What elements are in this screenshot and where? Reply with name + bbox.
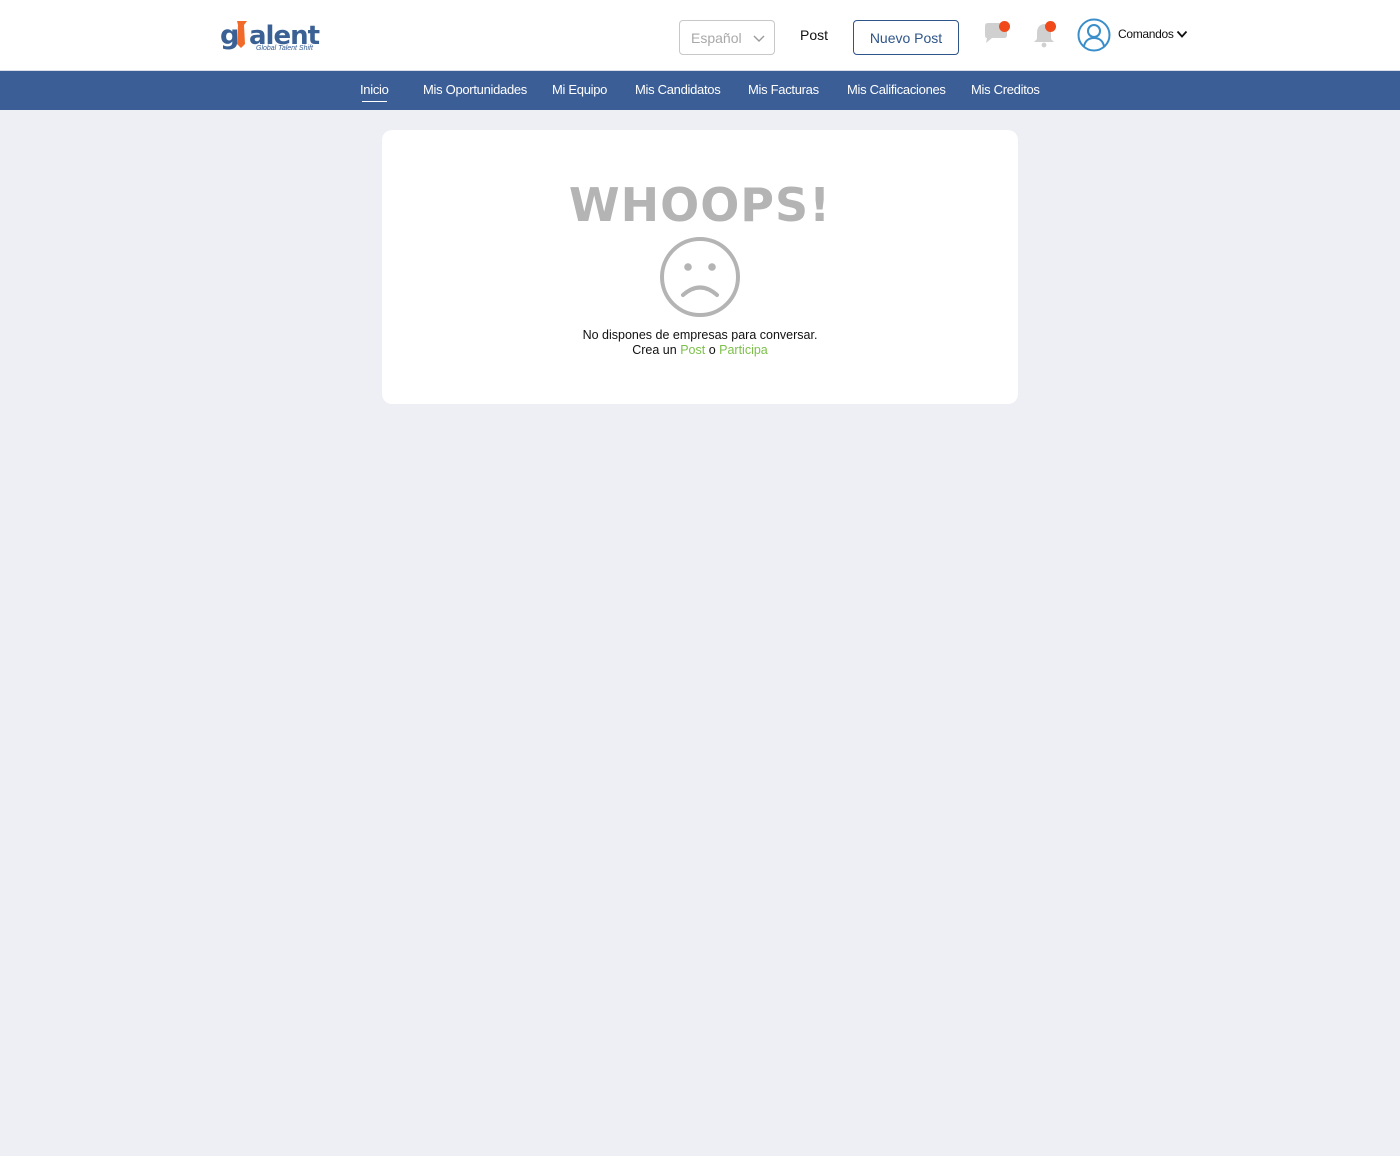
chevron-down-icon [1176, 30, 1187, 38]
participate-link[interactable]: Participa [719, 343, 768, 357]
chat-notification-badge [999, 21, 1010, 32]
nav-item-mis-candidatos[interactable]: Mis Candidatos [635, 82, 721, 97]
empty-state-card: WHOOPS! No dispones de empresas para con… [382, 130, 1018, 404]
nav-item-mis-calificaciones[interactable]: Mis Calificaciones [847, 82, 946, 97]
cta-join: o [708, 343, 716, 357]
svg-text:g: g [220, 20, 238, 51]
empty-state-cta: Crea un Post o Participa [382, 343, 1018, 357]
top-header: g alents Global Talent Shift Español Pos… [0, 0, 1400, 71]
avatar-icon[interactable] [1077, 18, 1111, 52]
nav-item-mis-creditos[interactable]: Mis Creditos [971, 82, 1040, 97]
language-select[interactable]: Español [679, 20, 775, 55]
create-post-link[interactable]: Post [680, 343, 705, 357]
new-post-button[interactable]: Nuevo Post [853, 20, 959, 55]
post-link[interactable]: Post [800, 27, 828, 43]
user-menu-label: Comandos [1118, 27, 1174, 41]
user-menu-dropdown[interactable]: Comandos [1118, 27, 1188, 41]
empty-state-title: WHOOPS! [568, 178, 832, 232]
sad-face-icon [660, 237, 740, 317]
chat-bubble-icon[interactable] [981, 20, 1013, 48]
bell-icon[interactable] [1030, 19, 1060, 49]
cta-prefix: Crea un [632, 343, 677, 357]
chevron-down-icon [753, 35, 765, 42]
nav-item-mis-oportunidades[interactable]: Mis Oportunidades [423, 82, 527, 97]
nav-item-inicio[interactable]: Inicio [360, 82, 389, 102]
main-nav: Inicio Mis Oportunidades Mi Equipo Mis C… [0, 71, 1400, 110]
language-select-value: Español [691, 30, 742, 46]
notification-badge [1045, 21, 1056, 32]
nav-item-mi-equipo[interactable]: Mi Equipo [552, 82, 607, 97]
nav-item-mis-facturas[interactable]: Mis Facturas [748, 82, 819, 97]
gtalents-logo[interactable]: g alents Global Talent Shift [220, 18, 335, 54]
logo-tagline: Global Talent Shift [256, 45, 313, 52]
empty-state-message: No dispones de empresas para conversar. [582, 328, 818, 342]
